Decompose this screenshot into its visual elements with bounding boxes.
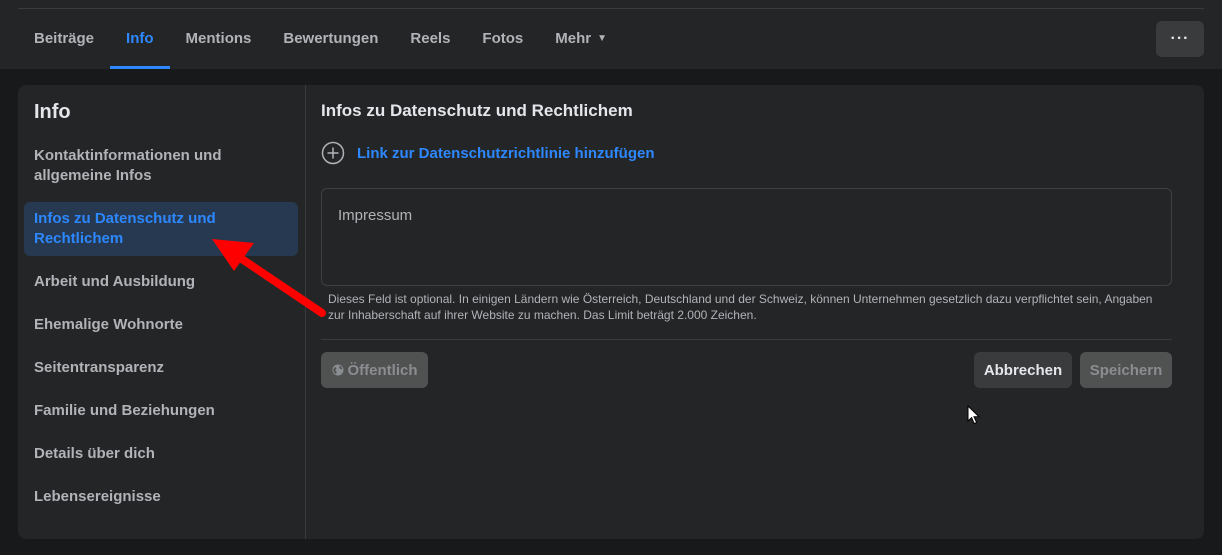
sidebar-title: Info	[34, 101, 71, 123]
tab-list: Beiträge Info Mentions Bewertungen Reels…	[18, 8, 623, 69]
more-options-button[interactable]: ···	[1156, 21, 1204, 57]
sidebar-item-label: Ehemalige Wohnorte	[34, 316, 183, 333]
tab-label: Info	[126, 30, 154, 47]
mouse-cursor-icon	[967, 405, 981, 425]
section-title: Infos zu Datenschutz und Rechtlichem	[321, 101, 633, 120]
sidebar-item-label: Kontaktinformationen und allgemeine Info…	[34, 147, 222, 184]
save-button[interactable]: Speichern	[1080, 352, 1172, 388]
tab-mentions[interactable]: Mentions	[170, 8, 268, 69]
sidebar-item-label: Seitentransparenz	[34, 359, 165, 376]
tab-label: Mehr	[555, 30, 592, 47]
impressum-placeholder: Impressum	[338, 207, 413, 224]
tab-bewertungen[interactable]: Bewertungen	[267, 8, 394, 69]
tab-label: Bewertungen	[283, 30, 379, 47]
sidebar-item-label: Infos zu Datenschutz und Rechtlichem	[34, 210, 216, 247]
sidebar-item-details[interactable]: Details über dich	[24, 444, 298, 464]
caret-down-icon: ▼	[597, 33, 607, 44]
sidebar-item-label: Details über dich	[34, 445, 155, 462]
audience-selector-button[interactable]: Öffentlich	[321, 352, 428, 388]
add-link-label: Link zur Datenschutzrichtlinie hinzufüge…	[357, 144, 655, 162]
tab-label: Reels	[410, 30, 451, 47]
audience-label: Öffentlich	[347, 361, 418, 379]
red-arrow-icon	[212, 239, 326, 317]
sidebar-item-familie[interactable]: Familie und Beziehungen	[24, 401, 298, 421]
tab-label: Mentions	[185, 30, 252, 47]
impressum-helper-text: Dieses Feld ist optional. In einigen Län…	[328, 292, 1153, 322]
tab-fotos[interactable]: Fotos	[466, 8, 539, 69]
sidebar-item-label: Familie und Beziehungen	[34, 402, 215, 419]
tab-label: Fotos	[482, 30, 524, 47]
plus-circle-icon	[321, 141, 345, 165]
impressum-textarea[interactable]: Impressum	[321, 188, 1172, 286]
tab-reels[interactable]: Reels	[394, 8, 466, 69]
cancel-button[interactable]: Abbrechen	[974, 352, 1072, 388]
info-card: Info Kontaktinformationen und allgemeine…	[18, 85, 1204, 539]
sidebar-item-label: Arbeit und Ausbildung	[34, 273, 196, 290]
tab-label: Beiträge	[34, 30, 95, 47]
tab-mehr[interactable]: Mehr ▼	[539, 8, 623, 69]
globe-icon	[332, 364, 343, 376]
form-divider	[321, 339, 1172, 340]
tab-info[interactable]: Info	[110, 8, 170, 69]
sidebar-item-kontaktinformationen[interactable]: Kontaktinformationen und allgemeine Info…	[24, 146, 298, 186]
tab-beitraege[interactable]: Beiträge	[18, 8, 110, 69]
add-privacy-link-button[interactable]: Link zur Datenschutzrichtlinie hinzufüge…	[321, 141, 655, 165]
page-tab-bar: Beiträge Info Mentions Bewertungen Reels…	[0, 0, 1222, 69]
sidebar-item-label: Lebensereignisse	[34, 488, 161, 505]
sidebar-item-lebensereignisse[interactable]: Lebensereignisse	[24, 487, 298, 507]
sidebar-item-transparenz[interactable]: Seitentransparenz	[24, 358, 298, 378]
